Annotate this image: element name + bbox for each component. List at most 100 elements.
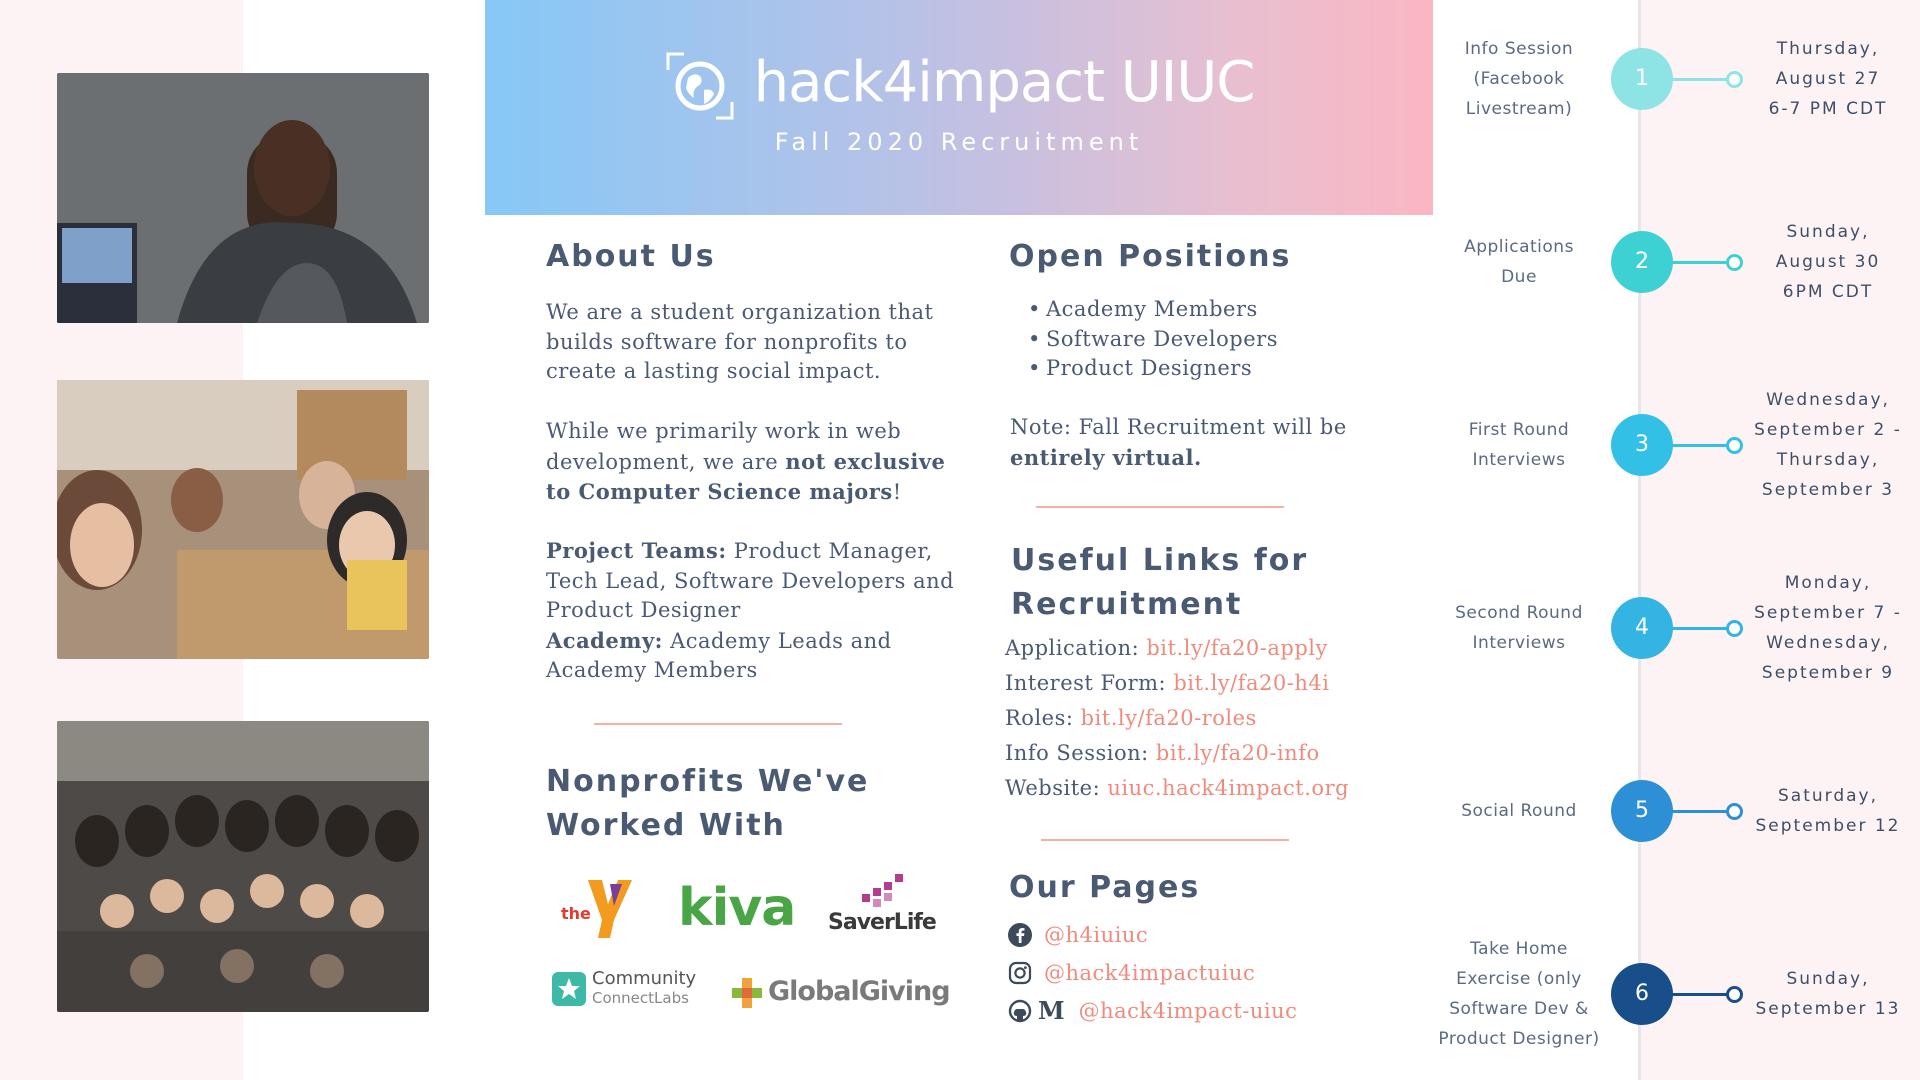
timeline-date-line: 6-7 PM CDT: [1768, 99, 1888, 119]
link-label: Website:: [1005, 776, 1108, 800]
timeline-date-label: Thursday, August 27 6-7 PM CDT: [1748, 34, 1908, 124]
positions-list: Academy Members Software Developers Prod…: [1024, 295, 1278, 384]
page-row-instagram: @hack4impactuiuc: [1008, 954, 1297, 992]
globalgiving-mark-icon: [732, 978, 762, 1008]
note-text: Note: Fall Recruitment will be: [1010, 415, 1347, 439]
link-roles[interactable]: bit.ly/fa20-roles: [1081, 706, 1257, 730]
link-row-application: Application: bit.ly/fa20-apply: [1005, 631, 1349, 666]
saverlife-logo: SaverLife: [828, 870, 948, 940]
timeline-date-line: Sunday,: [1786, 222, 1870, 242]
github-medium-link[interactable]: @hack4impact-uiuc: [1079, 992, 1298, 1030]
link-label: Roles:: [1005, 706, 1081, 730]
link-label: Info Session:: [1005, 741, 1156, 765]
link-label: Application:: [1005, 636, 1147, 660]
instagram-link[interactable]: @hack4impactuiuc: [1044, 954, 1255, 992]
nonprofits-heading-line2: Worked With: [546, 808, 786, 843]
timeline-event-line: Applications: [1464, 237, 1574, 257]
timeline-date-line: 6PM CDT: [1782, 282, 1874, 302]
position-item: Academy Members: [1028, 295, 1278, 325]
positions-divider: [1036, 506, 1284, 508]
timeline-date-line: Wednesday,: [1766, 633, 1890, 653]
timeline-line: [1638, 0, 1641, 1080]
timeline-date-line: August 30: [1775, 252, 1881, 272]
link-application[interactable]: bit.ly/fa20-apply: [1146, 636, 1328, 660]
timeline-date-label: Monday, September 7 - Wednesday, September …: [1748, 568, 1908, 688]
kiva-logo: kiva: [678, 878, 796, 938]
medium-icon: M: [1038, 996, 1065, 1025]
photo-team-group: [57, 721, 429, 1012]
timeline-event-line: Product Designer): [1438, 1029, 1600, 1049]
links-heading-line1: Useful Links for: [1011, 543, 1309, 578]
timeline-date-line: Saturday,: [1777, 786, 1878, 806]
nonprofits-heading-line1: Nonprofits We've: [546, 764, 870, 799]
timeline-event-label: Applications Due: [1429, 232, 1609, 292]
timeline-connector: [1672, 78, 1732, 81]
timeline-date-line: September 7 -: [1754, 603, 1902, 623]
about-teams: Project Teams: Product Manager, Tech Lea…: [546, 536, 976, 686]
timeline-event-line: Due: [1501, 267, 1537, 287]
about-heading: About Us: [546, 239, 716, 274]
timeline-connector: [1672, 627, 1732, 630]
timeline-step-circle: 2: [1611, 231, 1673, 293]
facebook-icon: [1008, 923, 1032, 947]
about-paragraph-1: We are a student organization that build…: [546, 300, 934, 383]
link-row-website: Website: uiuc.hack4impact.org: [1005, 771, 1349, 806]
globalgiving-logo: GlobalGiving: [732, 974, 952, 1014]
links-divider: [1041, 839, 1289, 841]
ymca-logo-text: the: [561, 904, 591, 923]
timeline-date-line: Wednesday,: [1766, 390, 1890, 410]
timeline-dot: [1726, 71, 1743, 88]
header-banner: hack4impact UIUC Fall 2020 Recruitment: [485, 0, 1433, 215]
timeline-dot: [1726, 803, 1743, 820]
timeline-event-label: Social Round: [1429, 796, 1609, 826]
banner-subtitle: Fall 2020 Recruitment: [774, 128, 1144, 156]
timeline-date-line: September 2 -: [1754, 420, 1902, 440]
links-list: Application: bit.ly/fa20-apply Interest …: [1005, 631, 1349, 806]
timeline-dot: [1726, 254, 1743, 271]
timeline-step-circle: 4: [1611, 597, 1673, 659]
links-heading: Useful Links for Recruitment: [1011, 539, 1308, 627]
community-logo-text-2: ConnectLabs: [592, 989, 689, 1007]
timeline-event-line: Second Round: [1455, 603, 1583, 623]
timeline-date-line: August 27: [1775, 69, 1881, 89]
timeline-date-line: Monday,: [1784, 573, 1872, 593]
timeline-event-label: Second Round Interviews: [1429, 598, 1609, 658]
globe-logo-icon: [664, 50, 736, 122]
page-row-github-medium: M @hack4impact-uiuc: [1008, 992, 1297, 1030]
timeline-date-label: Saturday, September 12: [1748, 781, 1908, 841]
timeline-step-circle: 6: [1611, 963, 1673, 1025]
timeline-date-line: September 3: [1761, 480, 1895, 500]
note-bold: entirely virtual.: [1010, 444, 1202, 470]
timeline-date-label: Sunday, August 30 6PM CDT: [1748, 217, 1908, 307]
timeline-dot: [1726, 437, 1743, 454]
timeline-date-line: Sunday,: [1786, 969, 1870, 989]
academy-label: Academy:: [546, 627, 663, 653]
link-interest-form[interactable]: bit.ly/fa20-h4i: [1173, 671, 1329, 695]
timeline-background: [1640, 0, 1920, 1080]
link-website[interactable]: uiuc.hack4impact.org: [1107, 776, 1349, 800]
timeline-date-label: Sunday, September 13: [1748, 964, 1908, 1024]
timeline-event-line: Info Session: [1464, 39, 1574, 59]
about-divider: [594, 723, 842, 725]
link-info-session[interactable]: bit.ly/fa20-info: [1156, 741, 1320, 765]
positions-heading: Open Positions: [1009, 239, 1292, 274]
ymca-logo: the: [558, 876, 636, 942]
banner-title-text: hack4impact UIUC: [753, 50, 1256, 116]
timeline-date-line: September 13: [1755, 999, 1901, 1019]
timeline-event-label: First Round Interviews: [1429, 415, 1609, 475]
saverlife-logo-text: SaverLife: [828, 910, 937, 935]
github-icon: [1008, 999, 1032, 1023]
timeline-event-line: First Round: [1468, 420, 1570, 440]
community-connect-labs-logo: Community ConnectLabs: [552, 970, 712, 1014]
timeline-date-line: Thursday,: [1776, 450, 1880, 470]
link-label: Interest Form:: [1005, 671, 1174, 695]
timeline-step-circle: 1: [1611, 48, 1673, 110]
timeline-date-label: Wednesday, September 2 - Thursday, Septembe…: [1748, 385, 1908, 505]
saverlife-logo-mark: [862, 874, 903, 907]
facebook-link[interactable]: @h4iuiuc: [1044, 916, 1148, 954]
photo-group-table: [57, 380, 429, 659]
timeline-event-line: Interviews: [1472, 633, 1566, 653]
timeline-dot: [1726, 620, 1743, 637]
position-item: Product Designers: [1028, 354, 1278, 384]
nonprofits-heading: Nonprofits We've Worked With: [546, 760, 869, 848]
